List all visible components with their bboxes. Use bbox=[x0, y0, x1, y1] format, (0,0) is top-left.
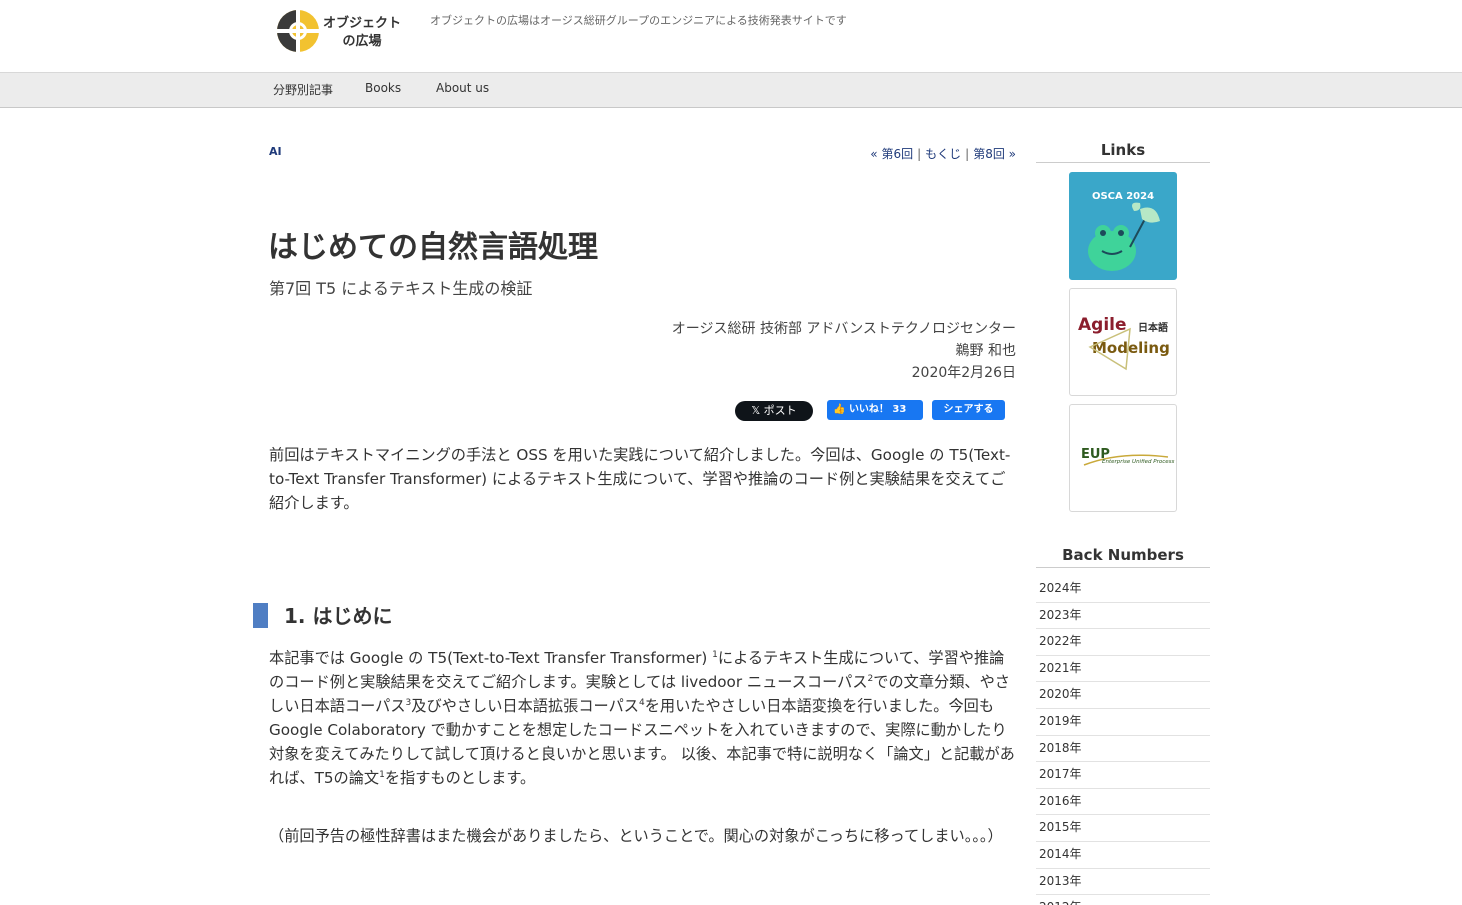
nav-item-categories[interactable]: 分野別記事 bbox=[273, 81, 333, 98]
year-link[interactable]: 2019年 bbox=[1036, 709, 1210, 736]
links-heading: Links bbox=[1036, 141, 1210, 163]
agile-triangle-icon bbox=[1088, 327, 1131, 371]
toc-link[interactable]: もくじ bbox=[925, 147, 961, 161]
banner-eup[interactable]: EUP Enterprise Unified Process bbox=[1069, 404, 1177, 512]
author-name: 鵜野 和也 bbox=[955, 343, 1016, 359]
year-link[interactable]: 2013年 bbox=[1036, 869, 1210, 896]
publish-date: 2020年2月26日 bbox=[911, 365, 1016, 381]
back-numbers-list: 2024年 2023年 2022年 2021年 2020年 2019年 2018… bbox=[1036, 576, 1210, 905]
logo-text: オブジェクト の広場 bbox=[322, 16, 401, 49]
year-link[interactable]: 2012年 bbox=[1036, 895, 1210, 905]
body-paragraph: 本記事では Google の T5(Text-to-Text Transfer … bbox=[269, 649, 1015, 787]
section-heading: 1. はじめに bbox=[284, 604, 393, 628]
frog-mascot-icon bbox=[1088, 202, 1160, 271]
facebook-share-button[interactable]: シェアする bbox=[932, 400, 1005, 420]
global-nav: 分野別記事 Books About us bbox=[0, 72, 1462, 108]
thumbs-up-icon: 👍 bbox=[833, 404, 849, 415]
body-paragraph-note: （前回予告の極性辞書はまた機会がありましたら、ということで。関心の対象がこっちに… bbox=[269, 827, 1003, 845]
next-article-link[interactable]: 第8回 » bbox=[973, 147, 1016, 161]
logo-mark-icon bbox=[277, 10, 319, 52]
year-link[interactable]: 2018年 bbox=[1036, 736, 1210, 763]
banner-osca[interactable]: OSCA 2024 bbox=[1069, 172, 1177, 280]
byline: オージス総研 技術部 アドバンストテクノロジセンター 鵜野 和也 2020年2月… bbox=[672, 318, 1016, 384]
back-numbers-heading: Back Numbers bbox=[1036, 546, 1210, 568]
author-org: オージス総研 技術部 アドバンストテクノロジセンター bbox=[671, 321, 1016, 337]
page-subtitle: 第7回 T5 によるテキスト生成の検証 bbox=[269, 279, 533, 298]
banner-agile-modeling[interactable]: Agile 日本語 Modeling bbox=[1069, 288, 1177, 396]
site-tagline: オブジェクトの広場はオージス総研グループのエンジニアによる技術発表サイトです bbox=[430, 14, 847, 27]
year-link[interactable]: 2021年 bbox=[1036, 656, 1210, 683]
nav-item-books[interactable]: Books bbox=[365, 81, 401, 95]
year-link[interactable]: 2024年 bbox=[1036, 576, 1210, 603]
year-link[interactable]: 2022年 bbox=[1036, 629, 1210, 656]
prev-article-link[interactable]: « 第6回 bbox=[870, 147, 913, 161]
facebook-like-button[interactable]: 👍 いいね！ 33 bbox=[827, 400, 923, 420]
site-logo[interactable]: オブジェクト の広場 bbox=[276, 7, 416, 57]
page-title: はじめての自然言語処理 bbox=[268, 230, 598, 265]
article-pager: « 第6回 | もくじ | 第8回 » bbox=[870, 147, 1016, 161]
year-link[interactable]: 2020年 bbox=[1036, 682, 1210, 709]
year-link[interactable]: 2014年 bbox=[1036, 842, 1210, 869]
intro-paragraph: 前回はテキストマイニングの手法と OSS を用いた実践について紹介しました。今回… bbox=[269, 446, 1011, 512]
category-link[interactable]: AI bbox=[269, 145, 282, 158]
site-header: オブジェクト の広場 オブジェクトの広場はオージス総研グループのエンジニアによる… bbox=[0, 0, 1462, 72]
x-post-button[interactable]: 𝕏 ポスト bbox=[735, 401, 813, 421]
section-heading-bar bbox=[253, 603, 268, 628]
year-link[interactable]: 2017年 bbox=[1036, 762, 1210, 789]
year-link[interactable]: 2023年 bbox=[1036, 603, 1210, 630]
nav-item-about[interactable]: About us bbox=[436, 81, 489, 95]
year-link[interactable]: 2015年 bbox=[1036, 815, 1210, 842]
year-link[interactable]: 2016年 bbox=[1036, 789, 1210, 816]
